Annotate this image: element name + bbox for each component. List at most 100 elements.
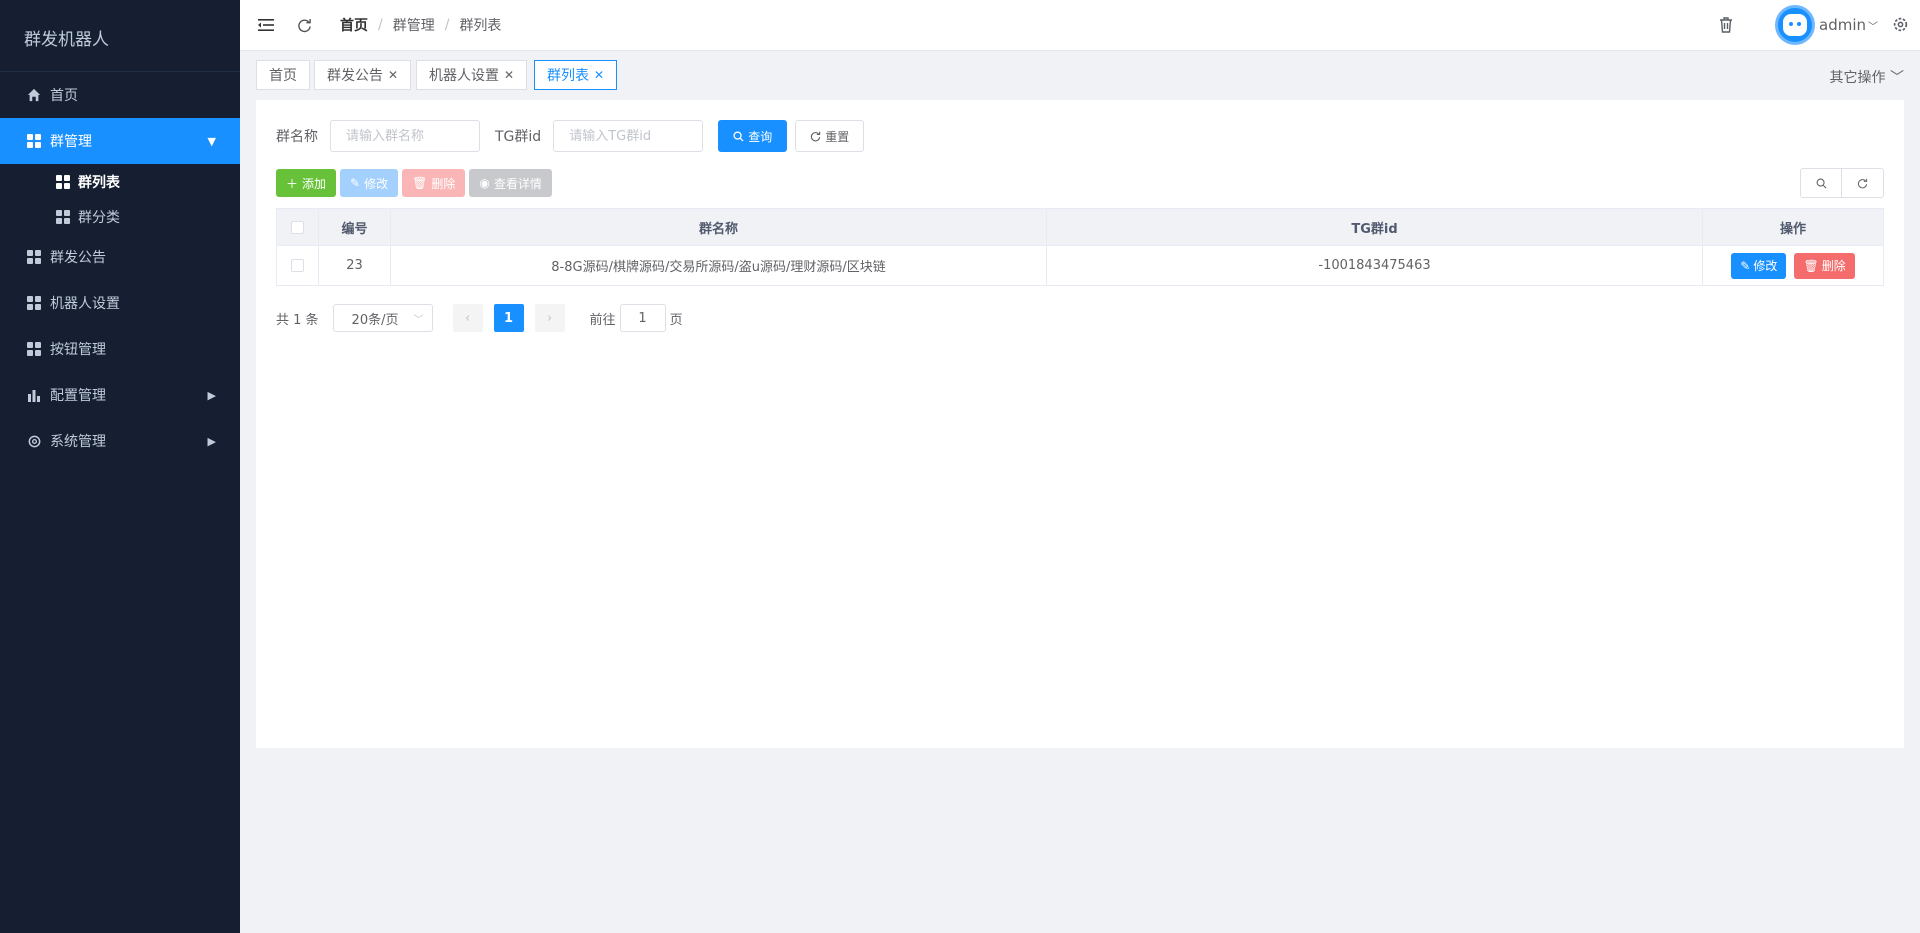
tag-label: 群发公告 [327, 68, 383, 84]
query-label: 查询 [748, 129, 773, 144]
tg-id-label: TG群id [495, 129, 542, 145]
tag-broadcast-notice[interactable]: 群发公告 ✕ [314, 60, 412, 90]
view-label: 查看详情 [493, 176, 542, 191]
prev-page-button[interactable]: ‹ [452, 304, 483, 332]
breadcrumb-item-home[interactable]: 首页 [340, 15, 368, 35]
main-panel: 群名称 TG群id 查询 重置 ＋ 添加 ✎ 修改 🗑 删除 ◉ 查看详情 [256, 100, 1904, 748]
breadcrumb: 首页 / 群管理 / 群列表 [340, 15, 501, 35]
edit-label: 修改 [364, 176, 389, 191]
grid-icon [26, 133, 42, 149]
breadcrumb-item-group-management: 群管理 [392, 18, 435, 34]
chevron-left-icon: ‹ [464, 310, 471, 326]
sidebar-subitem-label: 群列表 [78, 174, 120, 191]
sidebar: 群发机器人 首页 群管理 ▼ 群列表 群分类 群发公告 机器人设置 按钮管理 配… [0, 0, 240, 933]
page-suffix: 页 [669, 312, 683, 328]
toggle-search-button[interactable] [1800, 168, 1842, 198]
sidebar-item-button-management[interactable]: 按钮管理 [0, 326, 240, 372]
select-all-checkbox[interactable] [291, 220, 304, 234]
cell-name: 8-8G源码/棋牌源码/交易所源码/盗u源码/理财源码/区块链 [390, 245, 1047, 286]
breadcrumb-separator: / [444, 17, 450, 33]
sidebar-item-config-management[interactable]: 配置管理 ▶ [0, 372, 240, 418]
sidebar-item-group-management[interactable]: 群管理 ▼ [0, 118, 240, 164]
bar-chart-icon [26, 387, 42, 403]
tag-label: 群列表 [547, 68, 589, 84]
header-right: admin ﹀ [1717, 0, 1920, 50]
edit-icon: ✎ [1740, 258, 1751, 273]
delete-button[interactable]: 🗑 删除 [402, 169, 466, 197]
other-operations-dropdown[interactable]: 其它操作 ﹀ [1830, 67, 1904, 87]
group-name-label: 群名称 [276, 129, 318, 145]
reset-label: 重置 [825, 129, 850, 144]
column-header-name: 群名称 [390, 208, 1047, 246]
table-header-row: 编号 群名称 TG群id 操作 [276, 208, 1884, 246]
refresh-icon [811, 131, 821, 141]
sidebar-item-bot-settings[interactable]: 机器人设置 [0, 280, 240, 326]
gear-icon [26, 433, 42, 449]
eye-icon: ◉ [479, 176, 490, 190]
sidebar-subitem-group-category[interactable]: 群分类 [0, 199, 240, 234]
breadcrumb-item-group-list: 群列表 [459, 18, 502, 34]
trash-icon: 🗑 [412, 176, 428, 190]
goto-label: 前往 [589, 312, 616, 328]
add-button[interactable]: ＋ 添加 [276, 169, 337, 197]
row-edit-button[interactable]: ✎ 修改 [1731, 252, 1787, 279]
settings-gear-icon[interactable] [1892, 16, 1910, 34]
close-icon[interactable]: ✕ [388, 68, 398, 82]
delete-label: 删除 [431, 176, 456, 191]
avatar[interactable] [1775, 5, 1815, 45]
tags-view: 首页 群发公告 ✕ 机器人设置 ✕ 群列表 ✕ 其它操作 ﹀ [240, 50, 1920, 99]
goto-page-input[interactable] [619, 304, 666, 332]
collapse-menu-icon[interactable] [256, 15, 276, 35]
top-navbar: 首页 / 群管理 / 群列表 admin ﹀ [240, 0, 1920, 50]
caret-down-icon: ▼ [207, 134, 216, 148]
search-form: 群名称 TG群id 查询 重置 [276, 120, 865, 152]
grid-icon [26, 249, 42, 265]
cell-id: 23 [318, 245, 391, 286]
add-label: 添加 [302, 176, 327, 191]
view-details-button[interactable]: ◉ 查看详情 [469, 169, 552, 197]
reset-button[interactable]: 重置 [795, 120, 865, 152]
chevron-down-icon[interactable]: ﹀ [1868, 18, 1878, 33]
edit-button[interactable]: ✎ 修改 [340, 169, 399, 197]
query-button[interactable]: 查询 [718, 120, 788, 152]
trash-icon[interactable] [1717, 16, 1735, 34]
next-page-button[interactable]: › [534, 304, 565, 332]
chevron-right-icon: › [546, 310, 553, 326]
chevron-down-icon: ﹀ [1890, 70, 1904, 86]
sidebar-subitem-group-list[interactable]: 群列表 [0, 164, 240, 199]
pagination: 共 1 条 20条/页 ﹀ ‹ 1 › 前往 页 [276, 304, 683, 332]
group-table: 编号 群名称 TG群id 操作 23 8-8G源码/棋牌源码/交易所源码/盗u源… [276, 208, 1884, 286]
plus-icon: ＋ [286, 176, 299, 191]
close-icon[interactable]: ✕ [594, 68, 604, 82]
sidebar-item-home[interactable]: 首页 [0, 72, 240, 118]
home-icon [26, 87, 42, 103]
search-icon [733, 130, 744, 142]
app-title: 群发机器人 [0, 0, 240, 72]
username[interactable]: admin [1819, 16, 1866, 34]
caret-right-icon: ▶ [207, 388, 216, 402]
cell-tg-id: -1001843475463 [1046, 245, 1703, 286]
sidebar-item-label: 首页 [50, 88, 78, 104]
sidebar-item-broadcast-notice[interactable]: 群发公告 [0, 234, 240, 280]
row-delete-button[interactable]: 🗑 删除 [1794, 252, 1855, 279]
tg-id-input[interactable] [553, 120, 704, 152]
tag-group-list[interactable]: 群列表 ✕ [534, 60, 618, 90]
page-size-value: 20条/页 [351, 312, 399, 328]
sidebar-subitem-label: 群分类 [78, 209, 120, 226]
sidebar-item-system-management[interactable]: 系统管理 ▶ [0, 418, 240, 464]
refresh-icon[interactable] [294, 15, 314, 35]
close-icon[interactable]: ✕ [504, 68, 514, 82]
tag-bot-settings[interactable]: 机器人设置 ✕ [416, 60, 528, 90]
breadcrumb-separator: / [378, 17, 383, 33]
grid-icon [26, 341, 42, 357]
row-checkbox[interactable] [291, 259, 304, 272]
page-size-select[interactable]: 20条/页 ﹀ [332, 304, 433, 332]
refresh-table-button[interactable] [1842, 168, 1884, 198]
tag-home[interactable]: 首页 [256, 60, 310, 90]
select-all-cell [276, 208, 319, 246]
group-name-input[interactable] [330, 120, 480, 152]
table-row: 23 8-8G源码/棋牌源码/交易所源码/盗u源码/理财源码/区块链 -1001… [276, 245, 1884, 286]
column-header-id: 编号 [318, 208, 391, 246]
row-select-cell [276, 245, 319, 286]
page-number-button[interactable]: 1 [493, 304, 524, 332]
